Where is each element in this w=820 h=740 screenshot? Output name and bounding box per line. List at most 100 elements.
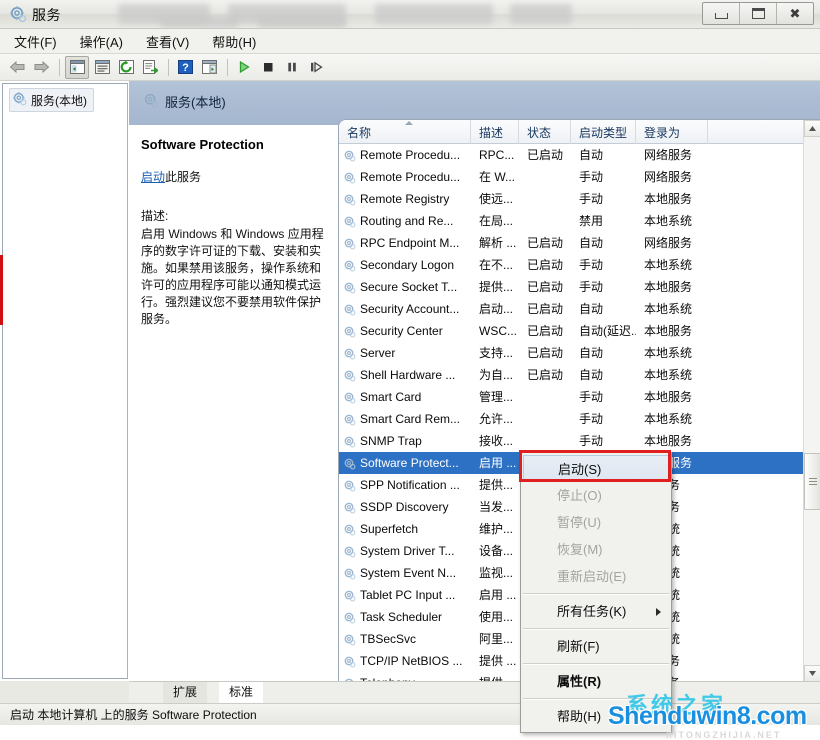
menu-action[interactable]: 操作(A) [80,32,123,51]
table-row[interactable]: Server 支持... 已启动 自动 本地系统 [339,342,820,364]
close-button[interactable]: ✖ [777,3,813,24]
cell-startup-type: 手动 [579,170,604,184]
cell-status [519,430,571,452]
list-vertical-scrollbar[interactable] [803,120,820,681]
cell-service-name: TCP/IP NetBIOS ... [339,650,471,672]
column-header-状态[interactable]: 状态 [519,120,571,144]
table-row[interactable]: Smart Card 管理... 手动 本地服务 [339,386,820,408]
maximize-button[interactable] [740,3,777,24]
back-icon[interactable] [6,57,28,78]
service-name-text: Smart Card [360,390,422,404]
service-gear-icon [343,567,356,580]
properties-icon[interactable] [91,57,113,78]
cell-description: 在局... [479,214,514,228]
forward-icon[interactable] [30,57,52,78]
show-console-tree-icon[interactable] [198,57,220,78]
menu-separator [523,628,669,630]
status-bar: 启动 本地计算机 上的服务 Software Protection [0,703,820,725]
service-name-text: Remote Procedu... [360,148,461,162]
title-redacted-6 [258,16,346,28]
tree-node-services-local[interactable]: 服务(本地) [9,88,94,112]
column-header-登录为[interactable]: 登录为 [636,120,708,144]
cell-status: 已启动 [527,280,564,294]
column-header-描述[interactable]: 描述 [471,120,519,144]
cell-description: 为自... [479,368,514,382]
tab-standard[interactable]: 标准 [219,682,264,703]
tab-extended[interactable]: 扩展 [163,682,208,703]
toolbar-separator-1 [59,58,60,76]
cell-description: 提供... [479,280,514,294]
cell-service-name: Smart Card Rem... [339,408,471,430]
stop-service-icon[interactable] [257,57,279,78]
table-row[interactable]: Remote Registry 使远... 手动 本地服务 [339,188,820,210]
cell-description: 管理... [479,390,514,404]
service-gear-icon [343,457,356,470]
service-name-text: System Event N... [360,566,457,580]
menu-item-label: 恢复(M) [557,542,603,557]
cell-startup-type: 手动 [579,258,604,272]
service-gear-icon [343,215,356,228]
table-row[interactable]: Security Account... 启动... 已启动 自动 本地系统 [339,298,820,320]
menu-help[interactable]: 帮助(H) [212,32,256,51]
ctx-help[interactable]: 帮助(H) [521,703,671,730]
ctx-properties[interactable]: 属性(R) [521,668,671,695]
cell-description: 接收... [479,434,514,448]
table-row[interactable]: Remote Procedu... 在 W... 手动 网络服务 [339,166,820,188]
ctx-resume: 恢复(M) [521,536,671,563]
scroll-down-button[interactable] [804,665,820,681]
service-gear-icon [343,545,356,558]
service-name-text: SPP Notification ... [360,478,460,492]
cell-service-name: Smart Card [339,386,471,408]
scrollbar-thumb[interactable] [804,453,820,510]
start-service-link[interactable]: 启动 [141,170,165,184]
menu-file[interactable]: 文件(F) [14,32,57,51]
service-detail-panel: Software Protection 启动此服务 描述: 启用 Windows… [129,125,339,681]
service-name-text: Software Protect... [360,456,459,470]
service-name-text: Tablet PC Input ... [360,588,456,602]
column-header-启动类型[interactable]: 启动类型 [571,120,636,144]
table-row[interactable]: Shell Hardware ... 为自... 已启动 自动 本地系统 [339,364,820,386]
cell-service-name: Telephony [339,672,471,681]
table-row[interactable]: SNMP Trap 接收... 手动 本地服务 [339,430,820,452]
ctx-stop: 停止(O) [521,482,671,509]
description-body: 启用 Windows 和 Windows 应用程序的数字许可证的下载、安装和实施… [141,227,324,326]
cell-description: 启动... [479,302,514,316]
table-row[interactable]: Security Center WSC... 已启动 自动(延迟... 本地服务 [339,320,820,342]
column-header-blank[interactable] [708,120,804,144]
svg-text:?: ? [182,62,189,74]
table-row[interactable]: RPC Endpoint M... 解析 ... 已启动 自动 网络服务 [339,232,820,254]
console-tree-pane: 服务(本地) [2,83,128,679]
cell-logon-as: 本地服务 [644,324,693,338]
table-row[interactable]: Routing and Re... 在局... 禁用 本地系统 [339,210,820,232]
cell-description: WSC... [479,324,517,338]
restart-service-icon[interactable] [305,57,327,78]
help-icon[interactable]: ? [174,57,196,78]
table-row[interactable]: Smart Card Rem... 允许... 手动 本地系统 [339,408,820,430]
table-row[interactable]: Remote Procedu... RPC... 已启动 自动 网络服务 [339,144,820,166]
cell-startup-type: 手动 [579,280,604,294]
table-row[interactable]: Secondary Logon 在不... 已启动 手动 本地系统 [339,254,820,276]
show-hide-tree-icon[interactable] [65,55,89,79]
tree-node-label: 服务(本地) [31,93,87,108]
service-name-text: Superfetch [360,522,419,536]
service-gear-icon [343,347,356,360]
details-pane: 服务(本地) Software Protection 启动此服务 描述: 启用 … [129,81,820,681]
menu-view[interactable]: 查看(V) [146,32,189,51]
tab-extended-label: 扩展 [173,685,198,699]
cell-service-name: Secondary Logon [339,254,471,276]
column-header-名称[interactable]: 名称 [339,120,471,144]
cell-logon-as: 本地服务 [644,280,693,294]
menu-separator [523,698,669,700]
start-service-icon[interactable] [233,57,255,78]
ctx-refresh[interactable]: 刷新(F) [521,633,671,660]
cell-status: 已启动 [527,324,564,338]
cell-service-name: Remote Procedu... [339,166,471,188]
refresh-icon[interactable] [115,57,137,78]
cell-service-name: Superfetch [339,518,471,540]
table-row[interactable]: Secure Socket T... 提供... 已启动 手动 本地服务 [339,276,820,298]
minimize-button[interactable] [703,3,740,24]
scroll-up-button[interactable] [804,120,820,137]
export-list-icon[interactable] [139,57,161,78]
ctx-all-tasks[interactable]: 所有任务(K) [521,598,671,625]
pause-service-icon[interactable] [281,57,303,78]
